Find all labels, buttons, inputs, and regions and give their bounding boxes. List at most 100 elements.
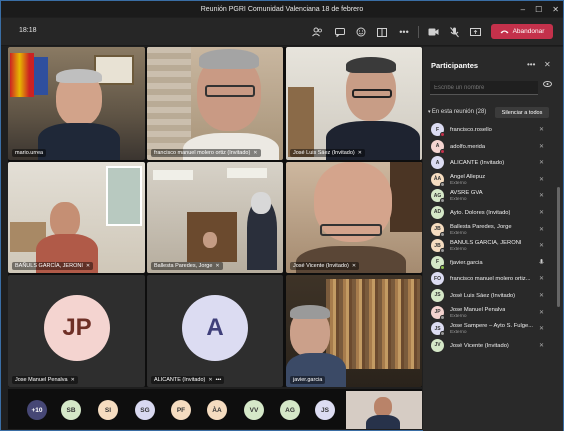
avatar[interactable]: AG bbox=[280, 400, 300, 420]
avatar[interactable]: VV bbox=[244, 400, 264, 420]
list-item[interactable]: JB BAÑULS GARCÍA, JERONI Externo ✕ bbox=[423, 237, 557, 254]
mic-off-icon: ✕ bbox=[539, 160, 545, 167]
presence-dot bbox=[440, 264, 445, 270]
video-tile[interactable]: A ALICANTE (Invitado) ✕ ••• bbox=[147, 275, 283, 387]
mic-off-icon: ✕ bbox=[539, 127, 545, 133]
rooms-icon[interactable] bbox=[374, 24, 390, 40]
more-actions-icon[interactable]: ••• bbox=[396, 24, 412, 40]
mic-muted-icon[interactable] bbox=[446, 24, 462, 40]
video-tile[interactable]: francisco manuel molero ortiz (Invitado)… bbox=[147, 47, 283, 160]
tile-name: José Vicente (Invitado) bbox=[293, 263, 349, 269]
list-item[interactable]: A adolfo.merida ✕ bbox=[423, 138, 557, 155]
mute-all-button[interactable]: Silenciar a todos bbox=[495, 107, 549, 118]
close-icon[interactable]: ✕ bbox=[544, 60, 551, 69]
presence-dot bbox=[440, 198, 445, 204]
list-item[interactable]: ÀA Ángel Allepuz Externo ✕ bbox=[423, 171, 557, 188]
presence-dot bbox=[440, 148, 445, 154]
participant-face bbox=[251, 192, 271, 214]
presence-dot bbox=[440, 314, 445, 320]
meeting-toolbar: 18:18 ••• Abandonar bbox=[1, 18, 563, 46]
meeting-timer: 18:18 bbox=[19, 27, 37, 34]
list-item[interactable]: F francisco.rosello ✕ bbox=[423, 121, 557, 138]
mic-off-icon: ✕ bbox=[70, 377, 75, 383]
more-participants-badge[interactable]: +10 bbox=[27, 400, 47, 420]
tile-name-label: mario.urrea bbox=[12, 149, 47, 157]
participant-name: adolfo.merida bbox=[450, 143, 486, 150]
video-tile[interactable]: Ballesta Paredes, Jorge ✕ bbox=[147, 162, 283, 273]
mic-off-icon: ✕ bbox=[357, 150, 362, 156]
share-screen-icon[interactable] bbox=[467, 24, 483, 40]
video-grid: mario.urrea francisco manuel molero orti… bbox=[8, 47, 422, 387]
avatar: FO bbox=[431, 272, 444, 286]
flag-decor bbox=[10, 53, 34, 97]
tile-name-label: Ballesta Paredes, Jorge ✕ bbox=[151, 262, 223, 270]
mic-off-icon: ✕ bbox=[539, 342, 545, 349]
participant-hair bbox=[346, 57, 396, 73]
list-item[interactable]: JV José Vicente (Invitado) ✕ bbox=[423, 337, 557, 354]
avatar[interactable]: JS bbox=[315, 400, 335, 420]
participant-strip: +10 SB SI SG PF ÀA VV AG JS bbox=[8, 389, 422, 429]
reactions-icon[interactable] bbox=[353, 24, 369, 40]
chat-icon[interactable] bbox=[332, 24, 348, 40]
avatar: JV bbox=[431, 338, 444, 352]
tile-name: Ballesta Paredes, Jorge bbox=[154, 263, 213, 269]
door-decor bbox=[288, 87, 314, 157]
scrollbar[interactable] bbox=[557, 187, 560, 307]
participant-subtitle: Externo bbox=[450, 180, 467, 186]
avatar[interactable]: SG bbox=[135, 400, 155, 420]
list-item[interactable]: F fjavier.garcia bbox=[423, 254, 557, 271]
window-decor bbox=[106, 166, 142, 226]
mic-off-icon: ✕ bbox=[539, 276, 545, 283]
camera-icon[interactable] bbox=[425, 24, 441, 40]
list-item[interactable]: AD Ayto. Dolores (Invitado) ✕ bbox=[423, 204, 557, 221]
video-tile[interactable]: mario.urrea bbox=[8, 47, 145, 160]
panel-more-icon[interactable]: ••• bbox=[527, 60, 535, 69]
share-link-icon[interactable] bbox=[543, 81, 552, 89]
tile-name: José Luis Sáez (Invitado) bbox=[293, 150, 355, 156]
list-item[interactable]: AG AVSRE GVA Externo ✕ bbox=[423, 187, 557, 204]
glasses-decor bbox=[320, 224, 382, 236]
avatar-initials: A bbox=[206, 314, 224, 341]
close-button[interactable]: ✕ bbox=[552, 5, 559, 14]
participant-name: José Vicente (Invitado) bbox=[450, 342, 509, 349]
list-item[interactable]: JS Jose Sampere – Ayto S. Fulge... Exter… bbox=[423, 320, 557, 337]
avatar: AD bbox=[431, 205, 444, 219]
video-tile[interactable]: José Luis Sáez (Invitado) ✕ bbox=[286, 47, 422, 160]
self-preview[interactable] bbox=[346, 391, 422, 429]
tile-name-label: ALICANTE (Invitado) ✕ ••• bbox=[151, 376, 225, 384]
avatar: JS bbox=[431, 288, 444, 302]
mic-off-icon: ✕ bbox=[539, 326, 545, 333]
participant-face bbox=[50, 202, 80, 238]
video-tile[interactable]: javier.garcia bbox=[286, 275, 422, 387]
maximize-button[interactable]: ☐ bbox=[535, 5, 542, 14]
participant-name: Jose Sampere – Ayto S. Fulge... bbox=[450, 323, 534, 330]
avatar: A bbox=[431, 156, 444, 170]
video-tile[interactable]: JP Jose Manuel Penalva ✕ bbox=[8, 275, 145, 387]
minimize-button[interactable]: – bbox=[521, 5, 525, 14]
teams-window: Reunión PGRI Comunidad Valenciana 18 de … bbox=[0, 0, 564, 431]
participant-name: francisco.rosello bbox=[450, 127, 492, 133]
leave-button[interactable]: Abandonar bbox=[491, 24, 553, 39]
mic-off-icon: ✕ bbox=[253, 150, 258, 156]
video-tile[interactable]: José Vicente (Invitado) ✕ bbox=[286, 162, 422, 273]
list-item[interactable]: JP Jose Manuel Penalva Externo ✕ bbox=[423, 304, 557, 321]
more-icon[interactable]: ••• bbox=[216, 377, 222, 383]
video-tile[interactable]: BAÑULS GARCÍA, JERONI ✕ bbox=[8, 162, 145, 273]
list-item[interactable]: JB Ballesta Paredes, Jorge Externo ✕ bbox=[423, 221, 557, 238]
participant-subtitle: Externo bbox=[450, 197, 467, 203]
avatar[interactable]: SI bbox=[98, 400, 118, 420]
glasses-decor bbox=[352, 89, 392, 98]
mic-off-icon: ✕ bbox=[208, 377, 213, 383]
list-item[interactable]: FO francisco manuel molero ortiz... ✕ bbox=[423, 270, 557, 287]
participant-hair bbox=[290, 305, 330, 319]
participant-subtitle: Externo bbox=[450, 330, 467, 336]
avatar[interactable]: PF bbox=[171, 400, 191, 420]
list-item[interactable]: A ALICANTE (Invitado) ✕ bbox=[423, 154, 557, 171]
phone-hangup-icon bbox=[500, 30, 509, 34]
avatar[interactable]: SB bbox=[61, 400, 81, 420]
presence-dot bbox=[440, 181, 445, 187]
list-item[interactable]: JS José Luis Sáez (Invitado) ✕ bbox=[423, 287, 557, 304]
participants-icon[interactable] bbox=[309, 24, 325, 40]
search-input[interactable] bbox=[430, 81, 538, 95]
avatar[interactable]: ÀA bbox=[207, 400, 227, 420]
